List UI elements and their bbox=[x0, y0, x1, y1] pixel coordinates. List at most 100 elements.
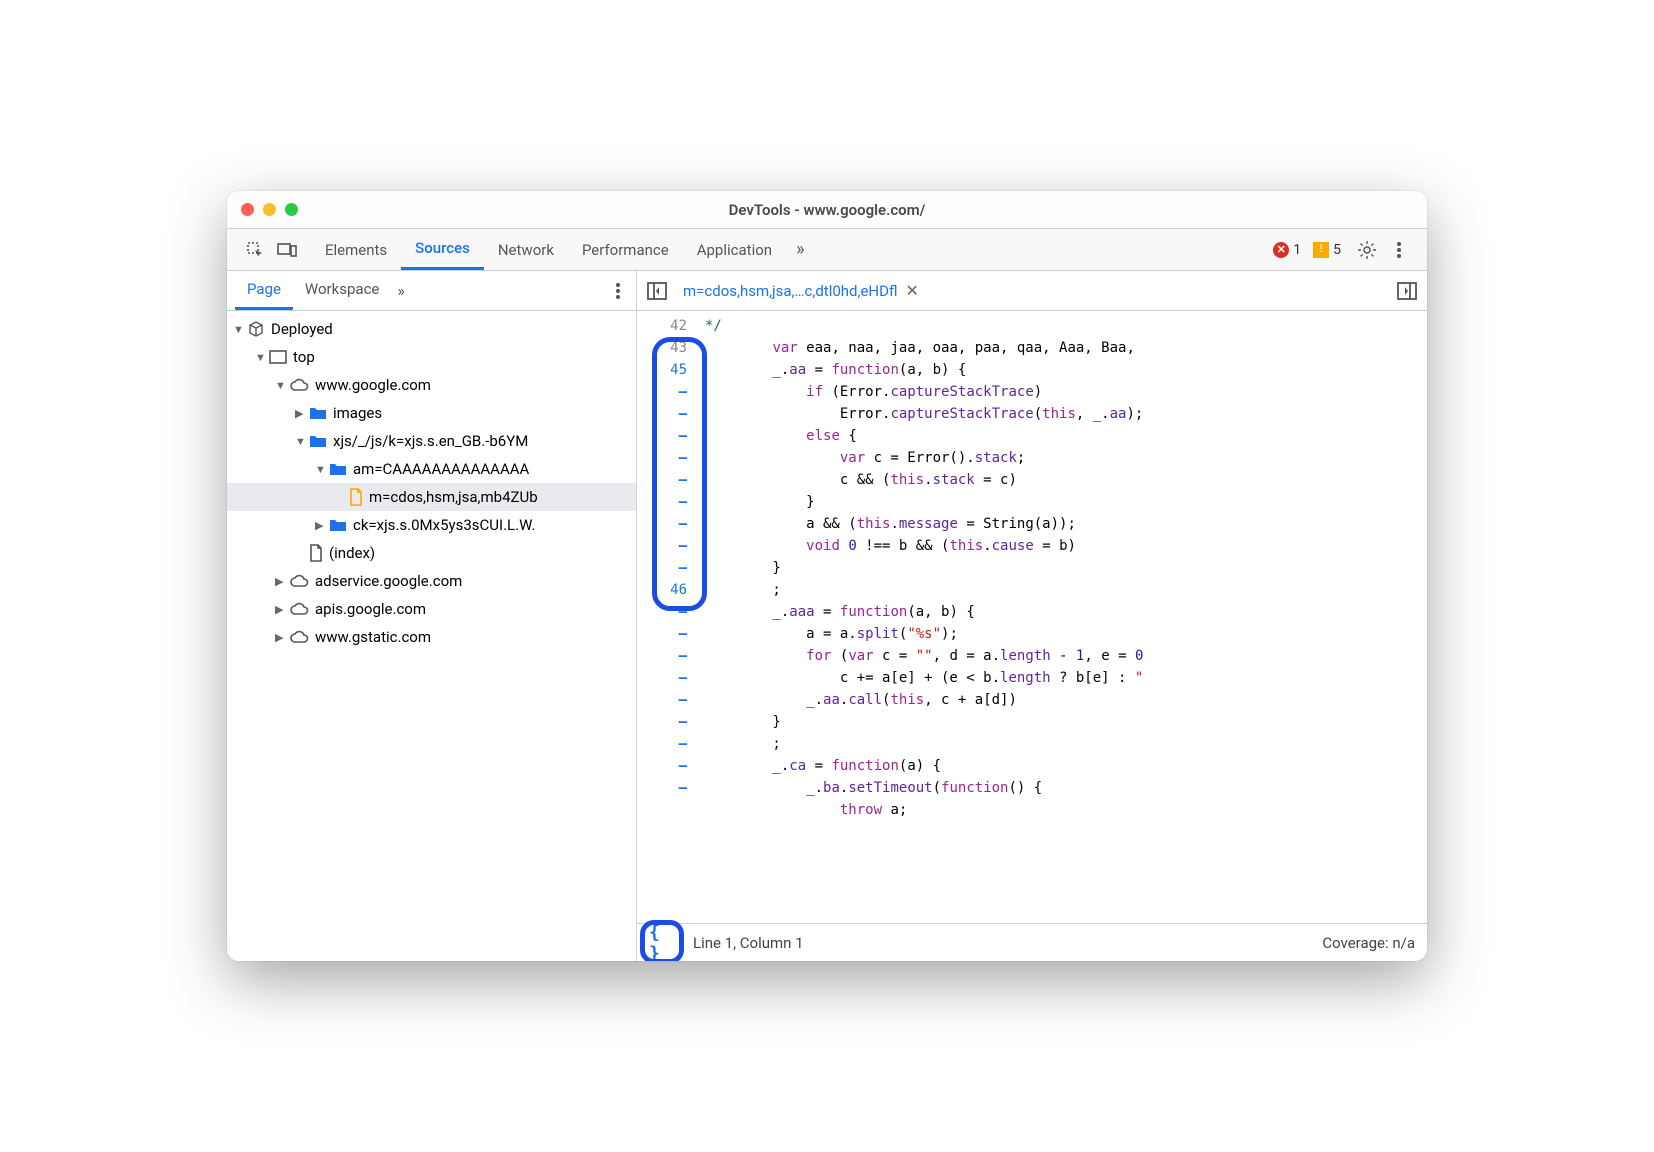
line-number[interactable]: ‒ bbox=[637, 777, 687, 799]
tree-arrow-icon: ▶ bbox=[295, 407, 309, 420]
line-number[interactable]: ‒ bbox=[637, 447, 687, 469]
device-toggle-icon[interactable] bbox=[271, 234, 303, 266]
line-number[interactable]: ‒ bbox=[637, 469, 687, 491]
folder-icon bbox=[309, 406, 327, 420]
tree-item[interactable]: ▼www.google.com bbox=[227, 371, 636, 399]
code-line: } bbox=[705, 711, 1419, 733]
tree-item[interactable]: ▶ck=xjs.s.0Mx5ys3sCUI.L.W. bbox=[227, 511, 636, 539]
line-number[interactable]: 43 bbox=[637, 337, 687, 359]
line-number[interactable]: ‒ bbox=[637, 645, 687, 667]
traffic-lights bbox=[241, 203, 298, 216]
titlebar: DevTools - www.google.com/ bbox=[227, 191, 1427, 229]
close-window-button[interactable] bbox=[241, 203, 254, 216]
main-toolbar: ElementsSourcesNetworkPerformanceApplica… bbox=[227, 229, 1427, 271]
line-number[interactable]: ‒ bbox=[637, 623, 687, 645]
file-plain-icon bbox=[309, 544, 323, 562]
tree-item[interactable]: ▶adservice.google.com bbox=[227, 567, 636, 595]
more-options-icon[interactable] bbox=[1383, 234, 1415, 266]
navigator-menu-icon[interactable] bbox=[608, 275, 628, 307]
tree-arrow-icon: ▼ bbox=[295, 435, 309, 448]
code-line: c += a[e] + (e < b.length ? b[e] : " bbox=[705, 667, 1419, 689]
code-line: } bbox=[705, 557, 1419, 579]
content-area: PageWorkspace » ▼Deployed▼top▼www.google… bbox=[227, 271, 1427, 961]
tab-elements[interactable]: Elements bbox=[311, 231, 401, 269]
code-area[interactable]: */ var eaa, naa, jaa, oaa, paa, qaa, Aaa… bbox=[697, 311, 1427, 923]
error-icon: ✕ bbox=[1273, 242, 1289, 258]
tree-arrow-icon: ▶ bbox=[275, 631, 289, 644]
window-title: DevTools - www.google.com/ bbox=[227, 201, 1427, 219]
tree-arrow-icon: ▶ bbox=[315, 519, 329, 532]
tree-arrow-icon: ▼ bbox=[315, 463, 329, 476]
line-number[interactable]: ‒ bbox=[637, 425, 687, 447]
warning-icon: ! bbox=[1313, 242, 1329, 258]
tree-item-label: top bbox=[293, 348, 315, 366]
tree-item[interactable]: ▼Deployed bbox=[227, 315, 636, 343]
close-tab-icon[interactable]: ✕ bbox=[905, 281, 918, 300]
warning-count: 5 bbox=[1333, 242, 1341, 258]
tree-item[interactable]: ▶www.gstatic.com bbox=[227, 623, 636, 651]
code-line: _.ca = function(a) { bbox=[705, 755, 1419, 777]
tree-item[interactable]: m=cdos,hsm,jsa,mb4ZUb bbox=[227, 483, 636, 511]
line-gutter[interactable]: 424345‒‒‒‒‒‒‒‒‒46‒‒‒‒‒‒‒‒‒ bbox=[637, 311, 697, 923]
line-number[interactable]: ‒ bbox=[637, 601, 687, 623]
cloud-icon bbox=[289, 378, 309, 392]
settings-icon[interactable] bbox=[1351, 234, 1383, 266]
line-number[interactable]: ‒ bbox=[637, 381, 687, 403]
code-line: if (Error.captureStackTrace) bbox=[705, 381, 1419, 403]
editor-body: 424345‒‒‒‒‒‒‒‒‒46‒‒‒‒‒‒‒‒‒ */ var eaa, n… bbox=[637, 311, 1427, 923]
tree-item-label: Deployed bbox=[271, 320, 333, 338]
tab-performance[interactable]: Performance bbox=[568, 231, 683, 269]
code-line: throw a; bbox=[705, 799, 1419, 821]
tree-item[interactable]: ▶apis.google.com bbox=[227, 595, 636, 623]
line-number[interactable]: ‒ bbox=[637, 755, 687, 777]
line-number[interactable]: ‒ bbox=[637, 491, 687, 513]
code-line: _.aa.call(this, c + a[d]) bbox=[705, 689, 1419, 711]
tree-item[interactable]: ▼am=CAAAAAAAAAAAAAA bbox=[227, 455, 636, 483]
tab-application[interactable]: Application bbox=[683, 231, 786, 269]
tree-item[interactable]: ▶images bbox=[227, 399, 636, 427]
frame-icon bbox=[269, 350, 287, 364]
editor-tabs: m=cdos,hsm,jsa,…c,dtl0hd,eHDfl ✕ bbox=[637, 271, 1427, 311]
inspect-element-icon[interactable] bbox=[239, 234, 271, 266]
toggle-debugger-icon[interactable] bbox=[1395, 279, 1419, 303]
navigator-tab-page[interactable]: Page bbox=[235, 271, 293, 310]
line-number[interactable]: ‒ bbox=[637, 733, 687, 755]
warnings-badge[interactable]: ! 5 bbox=[1313, 242, 1341, 258]
line-number[interactable]: ‒ bbox=[637, 689, 687, 711]
line-number[interactable]: 42 bbox=[637, 315, 687, 337]
line-number[interactable]: ‒ bbox=[637, 403, 687, 425]
code-line: _.ba.setTimeout(function() { bbox=[705, 777, 1419, 799]
issue-badges: ✕ 1 ! 5 bbox=[1273, 242, 1341, 258]
line-number[interactable]: ‒ bbox=[637, 513, 687, 535]
minimize-window-button[interactable] bbox=[263, 203, 276, 216]
line-number[interactable]: ‒ bbox=[637, 557, 687, 579]
navigator-tab-workspace[interactable]: Workspace bbox=[293, 271, 391, 310]
more-tabs-button[interactable]: » bbox=[786, 231, 814, 268]
line-number[interactable]: ‒ bbox=[637, 711, 687, 733]
line-number[interactable]: ‒ bbox=[637, 667, 687, 689]
editor-panel: m=cdos,hsm,jsa,…c,dtl0hd,eHDfl ✕ 424345‒… bbox=[637, 271, 1427, 961]
code-line: ; bbox=[705, 733, 1419, 755]
tab-network[interactable]: Network bbox=[484, 231, 568, 269]
tab-label: m=cdos,hsm,jsa,…c,dtl0hd,eHDfl bbox=[683, 282, 897, 300]
folder-icon bbox=[329, 462, 347, 476]
devtools-window: DevTools - www.google.com/ ElementsSourc… bbox=[227, 191, 1427, 961]
toggle-navigator-icon[interactable] bbox=[645, 279, 669, 303]
tree-item[interactable]: ▼top bbox=[227, 343, 636, 371]
status-bar: { } Line 1, Column 1 Coverage: n/a bbox=[637, 923, 1427, 961]
line-number[interactable]: 45 bbox=[637, 359, 687, 381]
code-line: void 0 !== b && (this.cause = b) bbox=[705, 535, 1419, 557]
tree-arrow-icon: ▶ bbox=[275, 575, 289, 588]
tree-item[interactable]: (index) bbox=[227, 539, 636, 567]
line-number[interactable]: ‒ bbox=[637, 535, 687, 557]
line-number[interactable]: 46 bbox=[637, 579, 687, 601]
pretty-print-button[interactable]: { } bbox=[649, 927, 681, 959]
editor-tab-active[interactable]: m=cdos,hsm,jsa,…c,dtl0hd,eHDfl ✕ bbox=[677, 277, 925, 304]
maximize-window-button[interactable] bbox=[285, 203, 298, 216]
coverage-status: Coverage: n/a bbox=[1322, 934, 1415, 952]
tree-item[interactable]: ▼xjs/_/js/k=xjs.s.en_GB.-b6YM bbox=[227, 427, 636, 455]
more-navigator-tabs[interactable]: » bbox=[391, 273, 411, 308]
code-line: a = a.split("%s"); bbox=[705, 623, 1419, 645]
tab-sources[interactable]: Sources bbox=[401, 229, 484, 270]
errors-badge[interactable]: ✕ 1 bbox=[1273, 242, 1301, 258]
